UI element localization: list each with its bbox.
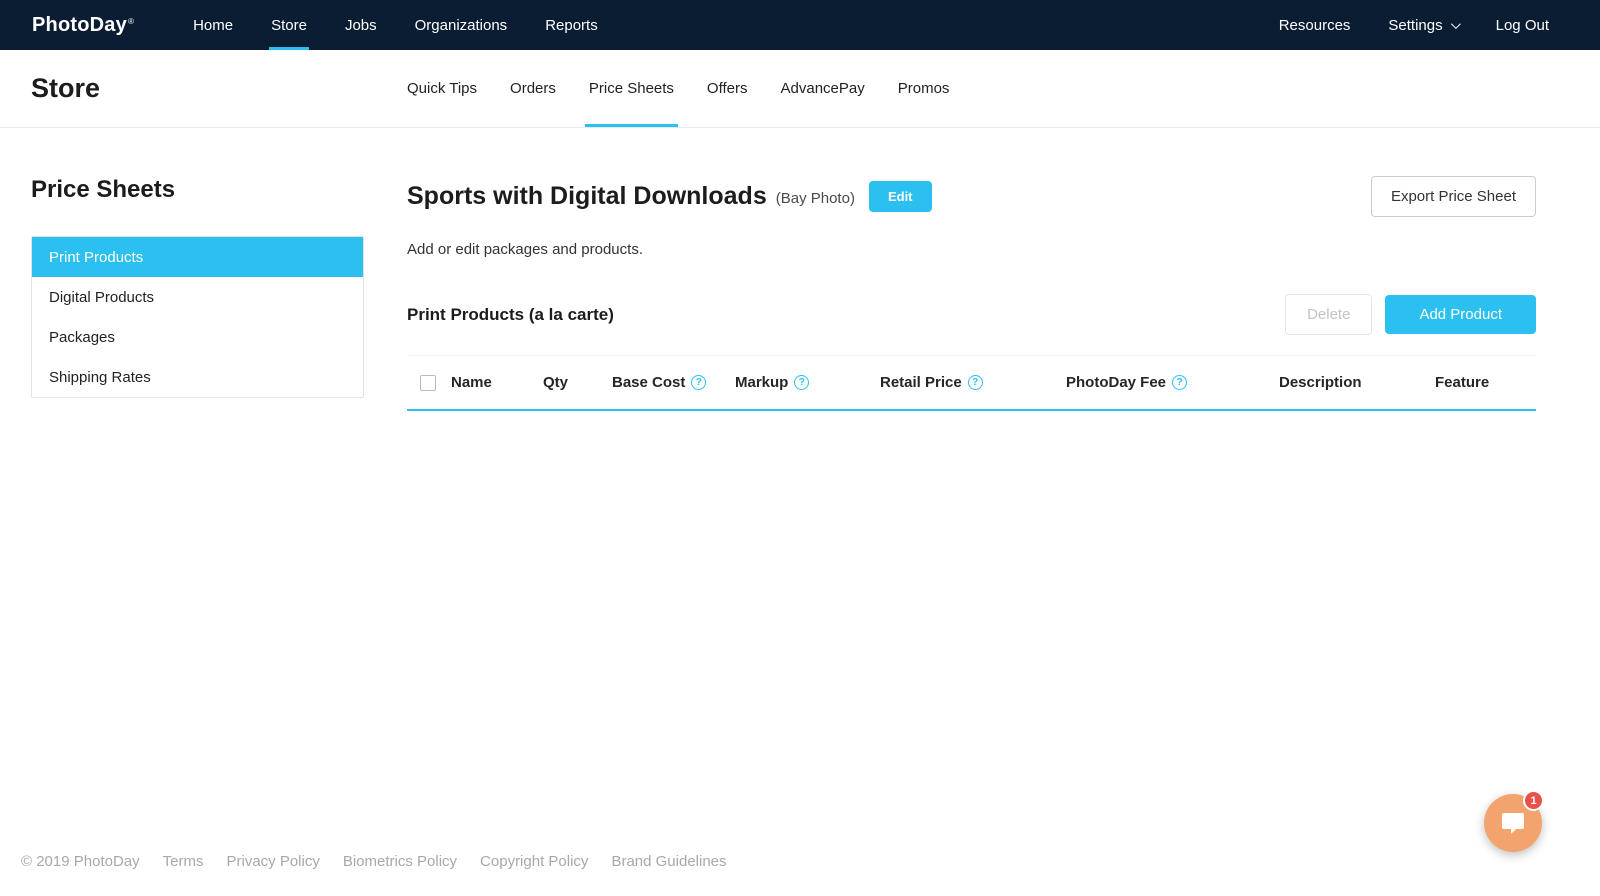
chat-launcher-button[interactable]: 1 bbox=[1484, 790, 1544, 852]
column-label: Markup bbox=[735, 374, 789, 391]
page-title: Store bbox=[31, 73, 101, 103]
nav-jobs[interactable]: Jobs bbox=[345, 0, 377, 50]
nav-organizations[interactable]: Organizations bbox=[415, 0, 508, 50]
footer: © 2019 PhotoDay Terms Privacy Policy Bio… bbox=[21, 853, 750, 870]
help-icon[interactable]: ? bbox=[967, 375, 983, 390]
brand-text: PhotoDay bbox=[32, 13, 127, 36]
nav-store[interactable]: Store bbox=[269, 0, 309, 50]
column-label: PhotoDay Fee bbox=[1066, 374, 1167, 391]
tab-advancepay[interactable]: AdvancePay bbox=[781, 50, 865, 127]
copyright-text: © 2019 PhotoDay bbox=[21, 853, 140, 870]
tab-promos[interactable]: Promos bbox=[898, 50, 950, 127]
brand-trademark: ® bbox=[127, 16, 135, 26]
store-tabs: Quick Tips Orders Price Sheets Offers Ad… bbox=[407, 50, 982, 127]
tab-quick-tips[interactable]: Quick Tips bbox=[407, 50, 477, 127]
nav-reports[interactable]: Reports bbox=[545, 0, 598, 50]
add-product-button[interactable]: Add Product bbox=[1385, 295, 1536, 334]
edit-button[interactable]: Edit bbox=[868, 181, 932, 212]
sheet-title: Sports with Digital Downloads bbox=[407, 181, 767, 210]
help-icon[interactable]: ? bbox=[794, 375, 810, 390]
sidebar-item-print-products[interactable]: Print Products bbox=[32, 237, 363, 277]
nav-logout[interactable]: Log Out bbox=[1496, 0, 1549, 50]
table-header-select bbox=[407, 374, 451, 391]
help-icon[interactable]: ? bbox=[1172, 375, 1188, 390]
help-icon[interactable]: ? bbox=[691, 375, 707, 390]
column-header-qty: Qty bbox=[543, 374, 612, 391]
column-label: Retail Price bbox=[880, 374, 962, 391]
sidebar-menu: Print Products Digital Products Packages… bbox=[31, 236, 364, 398]
chat-bubble-icon bbox=[1500, 810, 1526, 836]
photoday-logo[interactable]: PhotoDay ® bbox=[32, 0, 134, 50]
price-sheets-sidebar: Price Sheets Print Products Digital Prod… bbox=[31, 176, 364, 411]
tab-orders[interactable]: Orders bbox=[510, 50, 556, 127]
sheet-header: Sports with Digital Downloads (Bay Photo… bbox=[407, 176, 1536, 217]
footer-link-brand-guidelines[interactable]: Brand Guidelines bbox=[611, 853, 726, 870]
footer-link-biometrics-policy[interactable]: Biometrics Policy bbox=[343, 853, 457, 870]
delete-button[interactable]: Delete bbox=[1285, 294, 1373, 335]
sidebar-item-shipping-rates[interactable]: Shipping Rates bbox=[32, 357, 363, 397]
sidebar-item-digital-products[interactable]: Digital Products bbox=[32, 277, 363, 317]
footer-link-terms[interactable]: Terms bbox=[163, 853, 204, 870]
sheet-description: Add or edit packages and products. bbox=[407, 241, 643, 258]
export-price-sheet-button[interactable]: Export Price Sheet bbox=[1370, 176, 1536, 217]
nav-settings-label: Settings bbox=[1388, 16, 1443, 34]
section-title: Print Products (a la carte) bbox=[407, 304, 614, 324]
select-all-checkbox[interactable] bbox=[420, 374, 436, 391]
column-header-base-cost: Base Cost ? bbox=[612, 374, 735, 391]
content-area: Price Sheets Print Products Digital Prod… bbox=[0, 128, 1600, 411]
tab-price-sheets[interactable]: Price Sheets bbox=[584, 50, 678, 127]
primary-nav: Home Store Jobs Organizations Reports bbox=[174, 0, 617, 50]
top-navbar: PhotoDay ® Home Store Jobs Organizations … bbox=[0, 0, 1600, 50]
column-header-feature: Feature bbox=[1435, 374, 1536, 391]
tab-offers[interactable]: Offers bbox=[707, 50, 748, 127]
column-header-description: Description bbox=[1279, 374, 1435, 391]
sidebar-item-packages[interactable]: Packages bbox=[32, 317, 363, 357]
nav-resources[interactable]: Resources bbox=[1279, 0, 1351, 50]
column-header-photoday-fee: PhotoDay Fee ? bbox=[1066, 374, 1279, 391]
column-label: Base Cost bbox=[612, 374, 686, 391]
column-header-retail-price: Retail Price ? bbox=[880, 374, 1066, 391]
print-products-table: Name Qty Base Cost ? Markup ? Retail Pri… bbox=[407, 355, 1536, 411]
column-label: Description bbox=[1279, 374, 1362, 391]
footer-link-copyright-policy[interactable]: Copyright Policy bbox=[480, 853, 588, 870]
footer-link-privacy-policy[interactable]: Privacy Policy bbox=[226, 853, 319, 870]
table-header-row: Name Qty Base Cost ? Markup ? Retail Pri… bbox=[407, 355, 1536, 411]
price-sheet-detail: Sports with Digital Downloads (Bay Photo… bbox=[407, 176, 1536, 411]
print-products-section-header: Print Products (a la carte) Delete Add P… bbox=[407, 294, 1536, 335]
nav-settings[interactable]: Settings bbox=[1388, 0, 1461, 50]
column-label: Name bbox=[451, 374, 492, 391]
sheet-lab-name: (Bay Photo) bbox=[775, 190, 855, 207]
column-header-name: Name bbox=[451, 374, 543, 391]
column-header-markup: Markup ? bbox=[735, 374, 880, 391]
secondary-nav: Resources Settings Log Out bbox=[1260, 0, 1568, 50]
column-label: Qty bbox=[543, 374, 569, 391]
chat-unread-badge: 1 bbox=[1523, 790, 1544, 811]
store-subheader: Store Quick Tips Orders Price Sheets Off… bbox=[0, 50, 1600, 128]
nav-home[interactable]: Home bbox=[193, 0, 233, 50]
sidebar-title: Price Sheets bbox=[31, 176, 176, 203]
column-label: Feature bbox=[1435, 374, 1490, 391]
chevron-down-icon bbox=[1450, 18, 1461, 29]
